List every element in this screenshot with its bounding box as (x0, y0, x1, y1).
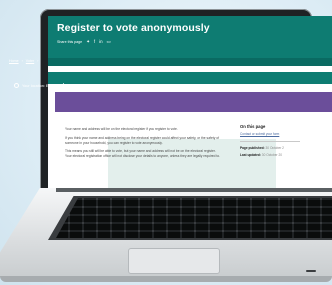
info-paragraph: This means you still will be able to vot… (65, 149, 221, 158)
updated-date: Last updated: 30 October 20 (240, 152, 284, 159)
laptop-hinge (56, 188, 332, 192)
updated-label: Last updated: (240, 152, 261, 157)
laptop-edge (0, 276, 332, 282)
published-label: Page published: (240, 145, 265, 150)
breadcrumb-bar (48, 72, 332, 84)
location-info: Your location: England Change (14, 83, 80, 88)
info-paragraph: Your name and address will be on the ele… (65, 127, 178, 131)
indicator-light (306, 270, 316, 272)
breadcrumb-voter[interactable]: Voter (26, 59, 34, 63)
share-bar: Share this page ✦ f in ▭ (57, 39, 111, 45)
share-label: Share this page (57, 40, 83, 45)
published-value: 30 October 2 (265, 145, 284, 150)
published-date: Page published: 30 October 2 (240, 145, 284, 152)
divider (240, 141, 300, 142)
location-pin-icon (14, 83, 19, 88)
location-text: Your location: England (22, 83, 60, 88)
trackpad (128, 248, 220, 274)
on-this-page-sidebar: On this page Contact or submit your form… (240, 124, 300, 159)
breadcrumb-separator: › (37, 59, 39, 63)
page-title: Register to vote anonymously (57, 22, 210, 34)
location-banner (55, 92, 332, 112)
header-strip (48, 58, 332, 66)
sidebar-link[interactable]: Contact or submit your form (240, 132, 284, 136)
sidebar-title: On this page (240, 124, 266, 129)
info-box-content: Your name and address will be on the ele… (60, 123, 228, 180)
breadcrumb: Home › Voter › (9, 59, 38, 63)
print-icon[interactable]: ▭ (107, 39, 111, 44)
linkedin-icon[interactable]: in (99, 39, 102, 44)
divider (62, 83, 64, 88)
breadcrumb-home[interactable]: Home (9, 59, 19, 63)
keyboard-keys (56, 198, 332, 238)
change-location-link[interactable]: Change (66, 84, 79, 88)
twitter-icon[interactable]: ✦ (86, 39, 90, 44)
facebook-icon[interactable]: f (94, 39, 95, 44)
breadcrumb-separator: › (21, 59, 23, 63)
info-paragraph: If you think your name and address being… (65, 135, 220, 145)
updated-value: 30 October 20 (261, 152, 282, 157)
